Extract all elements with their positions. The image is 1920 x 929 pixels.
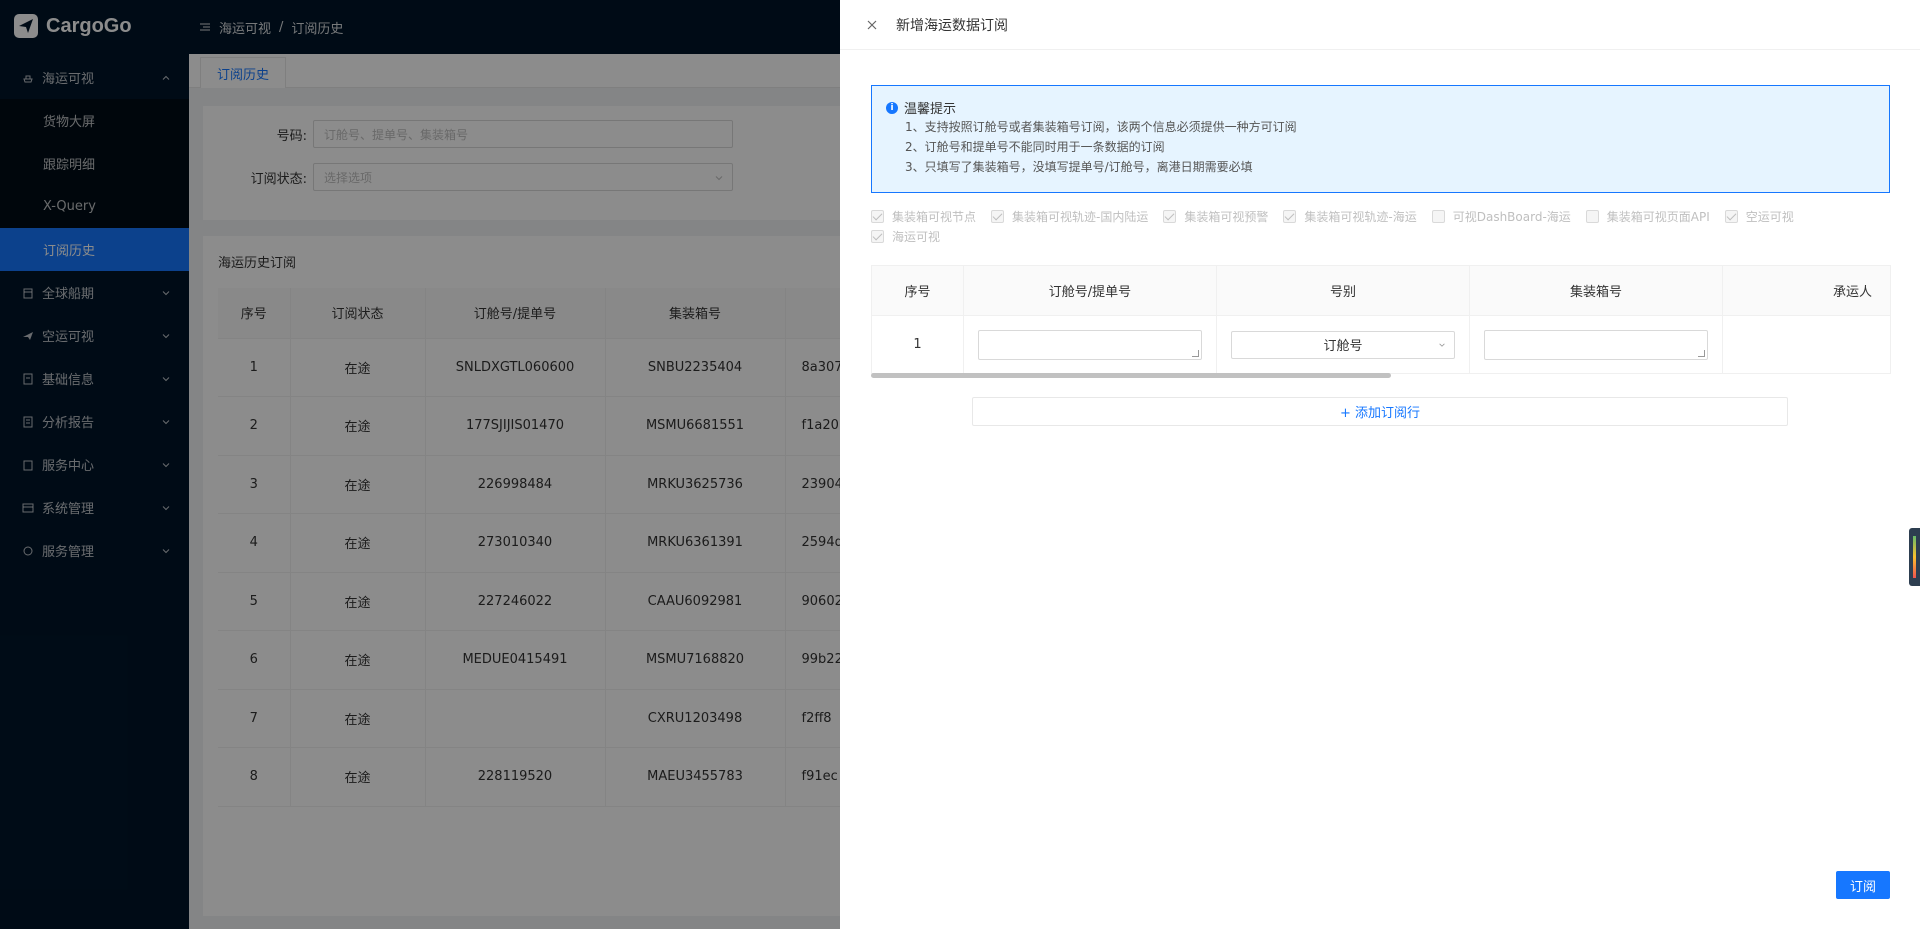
- subscription-table: 序号 订舱号/提单号 号别 集装箱号 承运人 1 订舱号: [871, 265, 1891, 374]
- drawer-header: 新增海运数据订阅: [840, 0, 1920, 50]
- checkbox-checked-icon: [1724, 209, 1738, 223]
- checkbox-label: 集装箱可视轨迹-国内陆运: [1012, 209, 1149, 224]
- service-checkbox[interactable]: 集装箱可视轨迹-海运: [1283, 206, 1417, 226]
- checkbox-label: 空运可视: [1745, 209, 1794, 224]
- column-header: 订舱号/提单号: [963, 265, 1217, 316]
- row-index: 1: [871, 315, 964, 374]
- checkbox-empty-icon: [1585, 209, 1599, 223]
- service-checkbox[interactable]: 集装箱可视节点: [871, 206, 976, 226]
- checkbox-label: 集装箱可视页面API: [1606, 209, 1710, 224]
- number-type-select[interactable]: 订舱号: [1231, 330, 1455, 359]
- service-checkbox[interactable]: 可视DashBoard-海运: [1431, 206, 1571, 226]
- number-type-value: 订舱号: [1323, 339, 1363, 354]
- booking-number-textarea[interactable]: [978, 329, 1202, 360]
- subscription-row: 1 订舱号: [871, 315, 1891, 374]
- column-header: 承运人: [1722, 265, 1891, 316]
- close-icon[interactable]: [866, 19, 878, 31]
- checkbox-label: 集装箱可视预警: [1184, 209, 1269, 224]
- service-checkbox[interactable]: 空运可视: [1724, 206, 1794, 226]
- service-checkbox[interactable]: 集装箱可视预警: [1163, 206, 1268, 226]
- checkbox-checked-icon: [1283, 209, 1297, 223]
- column-header: 号别: [1216, 265, 1470, 316]
- checkbox-label: 集装箱可视节点: [892, 209, 977, 224]
- service-checkbox[interactable]: 集装箱可视轨迹-国内陆运: [991, 206, 1148, 226]
- carrier-cell[interactable]: [1722, 315, 1891, 374]
- service-checkbox[interactable]: 海运可视: [871, 226, 940, 246]
- subscription-drawer: 新增海运数据订阅 i 温馨提示 1、支持按照订舱号或者集装箱号订阅，该两个信息必…: [840, 0, 1920, 929]
- checkbox-checked-icon: [991, 209, 1005, 223]
- tip-line: 1、支持按照订舱号或者集装箱号订阅，该两个信息必须提供一种方可订阅: [905, 120, 1297, 134]
- horizontal-scrollbar[interactable]: [871, 373, 1391, 378]
- tips-title: 温馨提示: [904, 102, 957, 117]
- drawer-title: 新增海运数据订阅: [896, 17, 1008, 34]
- container-number-textarea[interactable]: [1484, 329, 1708, 360]
- subscribe-button[interactable]: 订阅: [1836, 871, 1890, 899]
- tip-line: 3、只填写了集装箱号，没填写提单号/订舱号，离港日期需要必填: [905, 160, 1253, 174]
- info-icon: i: [886, 101, 898, 114]
- checkbox-empty-icon: [1431, 209, 1445, 223]
- checkbox-checked-icon: [871, 209, 884, 223]
- column-header: 序号: [871, 265, 964, 316]
- chevron-down-icon: [1439, 343, 1445, 347]
- column-header: 集装箱号: [1469, 265, 1723, 316]
- side-panel-handle[interactable]: [1909, 528, 1920, 586]
- checkbox-label: 集装箱可视轨迹-海运: [1304, 209, 1417, 224]
- service-checkbox[interactable]: 集装箱可视页面API: [1585, 206, 1710, 226]
- checkbox-checked-icon: [1163, 209, 1177, 223]
- add-subscription-row-button[interactable]: + 添加订阅行: [972, 397, 1788, 426]
- tip-line: 2、订舱号和提单号不能同时用于一条数据的订阅: [905, 140, 1165, 154]
- tips-alert: i 温馨提示 1、支持按照订舱号或者集装箱号订阅，该两个信息必须提供一种方可订阅…: [871, 85, 1890, 193]
- service-checkbox-group: 集装箱可视节点 集装箱可视轨迹-国内陆运 集装箱可视预警 集装箱可视轨迹-海运 可视Da…: [871, 206, 1891, 246]
- checkbox-label: 可视DashBoard-海运: [1452, 209, 1571, 224]
- checkbox-label: 海运可视: [892, 229, 941, 244]
- checkbox-checked-icon: [871, 229, 884, 243]
